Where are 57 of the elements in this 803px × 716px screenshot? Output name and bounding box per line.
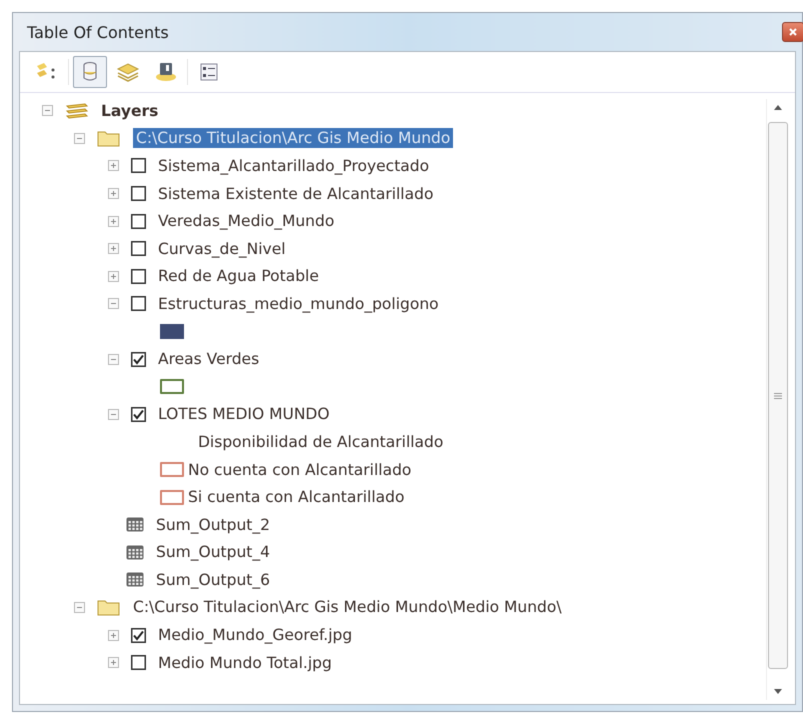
scroll-thumb[interactable] <box>768 122 788 669</box>
layers-icon <box>65 102 89 120</box>
collapse-icon[interactable] <box>74 132 85 144</box>
scroll-up-icon[interactable] <box>774 105 782 110</box>
collapse-icon[interactable] <box>74 602 85 613</box>
checkbox[interactable] <box>131 214 146 229</box>
expand-icon[interactable] <box>108 243 119 254</box>
expand-icon[interactable] <box>108 657 119 668</box>
close-icon <box>788 27 798 37</box>
scrollbar[interactable] <box>766 99 789 700</box>
list-by-source-button[interactable] <box>73 56 107 88</box>
table-name[interactable]: Sum_Output_2 <box>156 516 270 534</box>
window-title: Table Of Contents <box>27 22 169 42</box>
layer-name[interactable]: Veredas_Medio_Mundo <box>158 212 334 230</box>
legend-label: No cuenta con Alcantarillado <box>188 460 412 479</box>
checkbox[interactable] <box>131 352 146 367</box>
layer-name[interactable]: Medio_Mundo_Georef.jpg <box>158 626 352 644</box>
checkbox[interactable] <box>131 296 146 312</box>
table-name[interactable]: Sum_Output_4 <box>156 543 270 562</box>
expand-icon[interactable] <box>108 160 119 172</box>
table-icon <box>126 544 144 560</box>
collapse-icon[interactable] <box>108 408 119 420</box>
checkbox[interactable] <box>131 655 146 670</box>
legend-heading: Disponibilidad de Alcantarillado <box>197 432 444 451</box>
layer-name[interactable]: Sistema_Alcantarillado_Proyectado <box>158 156 430 175</box>
scroll-down-icon[interactable] <box>774 689 782 694</box>
close-button[interactable] <box>782 22 803 42</box>
layer-name[interactable]: Red de Agua Potable <box>158 267 319 286</box>
table-name[interactable]: Sum_Output_6 <box>156 570 270 589</box>
expand-icon[interactable] <box>108 630 119 641</box>
layer-name[interactable]: LOTES MEDIO MUNDO <box>158 405 330 424</box>
checkbox[interactable] <box>131 241 146 256</box>
layer-name[interactable]: Areas Verdes <box>158 350 260 368</box>
checkbox[interactable] <box>131 268 146 284</box>
collapse-icon[interactable] <box>108 354 119 365</box>
checkbox[interactable] <box>131 158 146 174</box>
layer-name[interactable]: Estructuras_medio_mundo_poligono <box>158 294 439 313</box>
checkbox[interactable] <box>131 406 146 422</box>
layer-name[interactable]: Curvas_de_Nivel <box>158 240 286 258</box>
legend-label: Si cuenta con Alcantarillado <box>188 488 404 506</box>
selection-icon <box>153 60 179 84</box>
table-icon <box>126 572 144 588</box>
collapse-icon[interactable] <box>42 105 53 116</box>
folder-icon <box>97 129 121 148</box>
table-icon <box>126 517 144 532</box>
collapse-icon[interactable] <box>108 298 119 310</box>
folder-path[interactable]: C:\Curso Titulacion\Arc Gis Medio Mundo <box>133 128 454 148</box>
layers-label: Layers <box>101 102 158 120</box>
checkbox[interactable] <box>131 628 146 643</box>
expand-icon[interactable] <box>108 216 119 227</box>
expand-icon[interactable] <box>108 188 119 200</box>
checkbox[interactable] <box>131 186 146 202</box>
layer-name[interactable]: Sistema Existente de Alcantarillado <box>158 184 434 203</box>
folder-path[interactable]: C:\Curso Titulacion\Arc Gis Medio Mundo\Medio Mundo\ <box>133 598 562 616</box>
layer-name[interactable]: Medio Mundo Total.jpg <box>158 654 332 672</box>
folder-icon <box>97 598 121 616</box>
expand-icon[interactable] <box>108 270 119 282</box>
